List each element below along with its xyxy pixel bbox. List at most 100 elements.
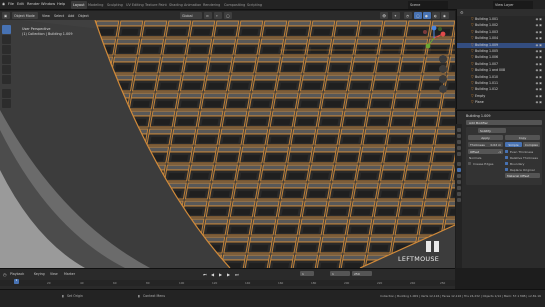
outliner-row[interactable]: ▽ Building 1.001 ◉ ▣ — [457, 17, 545, 22]
tab-texture-paint[interactable]: Texture Paint — [143, 1, 169, 9]
tab-material-icon[interactable] — [457, 198, 461, 202]
tab-physics-icon[interactable] — [457, 180, 461, 184]
3d-viewport[interactable] — [0, 20, 455, 268]
visibility-toggle-icon[interactable]: ◉ ▣ — [536, 62, 542, 66]
menu-add[interactable]: Add — [66, 12, 76, 19]
tab-modifier-icon[interactable] — [457, 168, 461, 172]
tab-particles-icon[interactable] — [457, 174, 461, 178]
outliner-row[interactable]: ▽ Building 1.009 ◉ ▣ — [457, 42, 545, 48]
select-box-tool-icon[interactable] — [2, 25, 11, 34]
menu-keying[interactable]: Keying — [34, 272, 45, 276]
visibility-toggle-icon[interactable]: ◉ ▣ — [536, 87, 542, 91]
transform-tool-icon[interactable] — [2, 75, 11, 84]
measure-tool-icon[interactable] — [2, 99, 11, 108]
gizmo-toggle-icon[interactable]: ✦ — [392, 12, 400, 19]
relative-thickness-checkbox[interactable] — [505, 155, 509, 159]
timeline-editor-icon[interactable]: ◷ — [3, 272, 7, 277]
menu-object[interactable]: Object — [76, 12, 91, 19]
mode-selector[interactable]: Object Mode — [12, 12, 38, 19]
boundary-checkbox[interactable] — [505, 161, 509, 165]
tab-scripting[interactable]: Scripting — [245, 1, 264, 9]
apply-button[interactable]: Apply — [468, 135, 503, 140]
thickness-field[interactable]: Thickness 0.02 m — [468, 142, 503, 147]
menu-help[interactable]: Help — [57, 2, 65, 6]
pan-hand-icon[interactable] — [439, 65, 447, 73]
mode-complex-button[interactable]: Complex — [523, 142, 540, 147]
timeline-ruler[interactable] — [0, 280, 455, 286]
visibility-toggle-icon[interactable]: ◉ ▣ — [536, 81, 542, 85]
step-forward-icon[interactable]: ▶ — [227, 272, 230, 277]
outliner-row[interactable]: ▽ Building 1.004 ◉ ▣ — [457, 36, 545, 41]
outliner-row[interactable]: ▽ Building 1.005 ◉ ▣ — [457, 49, 545, 54]
replace-original-checkbox[interactable] — [505, 167, 509, 171]
outliner-row[interactable]: ▽ Building 1.003 ◉ ▣ — [457, 30, 545, 35]
visibility-toggle-icon[interactable]: ◉ ▣ — [536, 23, 542, 27]
perspective-toggle-icon[interactable] — [439, 85, 447, 93]
outliner-row[interactable]: ▽ Building 1 and 008 ◉ ▣ — [457, 68, 545, 73]
outliner-row[interactable]: ▽ Building 1.011 ◉ ▣ — [457, 81, 545, 86]
modifier-name-field[interactable]: Solidify — [478, 128, 506, 133]
mode-simple-button[interactable]: Simple — [505, 142, 522, 147]
outliner-row[interactable]: ▽ Building 1.006 ◉ ▣ — [457, 55, 545, 60]
playhead[interactable]: 1 — [14, 279, 19, 284]
tab-constraints-icon[interactable] — [457, 186, 461, 190]
start-frame-field[interactable]: 1 — [330, 271, 350, 276]
tab-object-icon[interactable] — [457, 162, 461, 166]
outliner-filter-icon[interactable]: ⚙ — [460, 10, 464, 15]
menu-render[interactable]: Render — [27, 2, 40, 6]
visibility-toggle-icon[interactable]: ◉ ▣ — [536, 100, 542, 104]
pivot-icon[interactable]: ⊙ — [204, 12, 212, 19]
add-modifier-button[interactable]: Add Modifier — [466, 120, 542, 125]
menu-file[interactable]: File — [8, 2, 14, 6]
editor-type-icon[interactable]: ▣ — [2, 12, 10, 19]
tab-world-icon[interactable] — [457, 152, 461, 156]
visibility-toggle-icon[interactable]: ◉ ▣ — [536, 68, 542, 72]
outliner-row[interactable]: ▽ Building 1.002 ◉ ▣ — [457, 23, 545, 28]
visibility-icon[interactable]: 👁 — [380, 12, 388, 19]
zoom-icon[interactable] — [439, 55, 447, 63]
view-layer-selector[interactable]: View Layer — [493, 1, 533, 9]
menu-timeline-view[interactable]: View — [50, 272, 58, 276]
menu-edit[interactable]: Edit — [17, 2, 24, 6]
outliner-row[interactable]: ▽ Plane ◉ ▣ — [457, 100, 545, 105]
solid-shading-icon[interactable]: ● — [423, 12, 431, 19]
menu-view[interactable]: View — [40, 12, 52, 19]
material-offset-field[interactable]: Material Offset — [505, 173, 540, 178]
navigation-gizmo-icon[interactable] — [421, 25, 447, 51]
visibility-toggle-icon[interactable]: ◉ ▣ — [536, 94, 542, 98]
jump-start-icon[interactable]: ⏮ — [203, 272, 207, 277]
rendered-shading-icon[interactable]: ◉ — [441, 12, 449, 19]
cursor-tool-icon[interactable] — [2, 35, 11, 44]
tab-modeling[interactable]: Modeling — [86, 1, 105, 9]
proportional-edit-icon[interactable]: ◯ — [224, 12, 232, 19]
visibility-toggle-icon[interactable]: ◉ ▣ — [536, 17, 542, 21]
outliner-row[interactable]: ▽ Building 1.012 ◉ ▣ — [457, 87, 545, 92]
crease-edges-checkbox[interactable] — [468, 162, 472, 166]
outliner-row[interactable]: ▽ Empty ◉ ▣ — [457, 94, 545, 99]
visibility-toggle-icon[interactable]: ◉ ▣ — [536, 30, 542, 34]
play-icon[interactable]: ▶ — [219, 272, 222, 277]
scene-selector[interactable]: Scene — [408, 1, 448, 9]
tab-data-icon[interactable] — [457, 192, 461, 196]
menu-marker[interactable]: Marker — [64, 272, 75, 276]
tab-scene-icon[interactable] — [457, 146, 461, 150]
scale-tool-icon[interactable] — [2, 65, 11, 74]
move-tool-icon[interactable] — [2, 45, 11, 54]
tab-rendering[interactable]: Rendering — [201, 1, 222, 9]
annotate-tool-icon[interactable] — [2, 89, 11, 98]
tab-output-icon[interactable] — [457, 140, 461, 144]
orientation-selector[interactable]: Global — [180, 12, 202, 19]
material-shading-icon[interactable]: ◐ — [432, 12, 440, 19]
snap-icon[interactable]: ⌖ — [214, 12, 222, 19]
tab-layout[interactable]: Layout — [71, 1, 87, 9]
tab-tool-icon[interactable] — [457, 128, 461, 132]
menu-playback[interactable]: Playback — [10, 272, 24, 276]
jump-end-icon[interactable]: ⏭ — [235, 272, 239, 277]
visibility-toggle-icon[interactable]: ◉ ▣ — [536, 55, 542, 59]
visibility-toggle-icon[interactable]: ◉ ▣ — [536, 36, 542, 40]
overlay-icon[interactable]: ◔ — [404, 12, 412, 19]
outliner-row[interactable]: ▽ Building 1.007 ◉ ▣ — [457, 62, 545, 67]
end-frame-field[interactable]: 250 — [352, 271, 372, 276]
step-back-icon[interactable]: ◀ — [211, 272, 214, 277]
rotate-tool-icon[interactable] — [2, 55, 11, 64]
